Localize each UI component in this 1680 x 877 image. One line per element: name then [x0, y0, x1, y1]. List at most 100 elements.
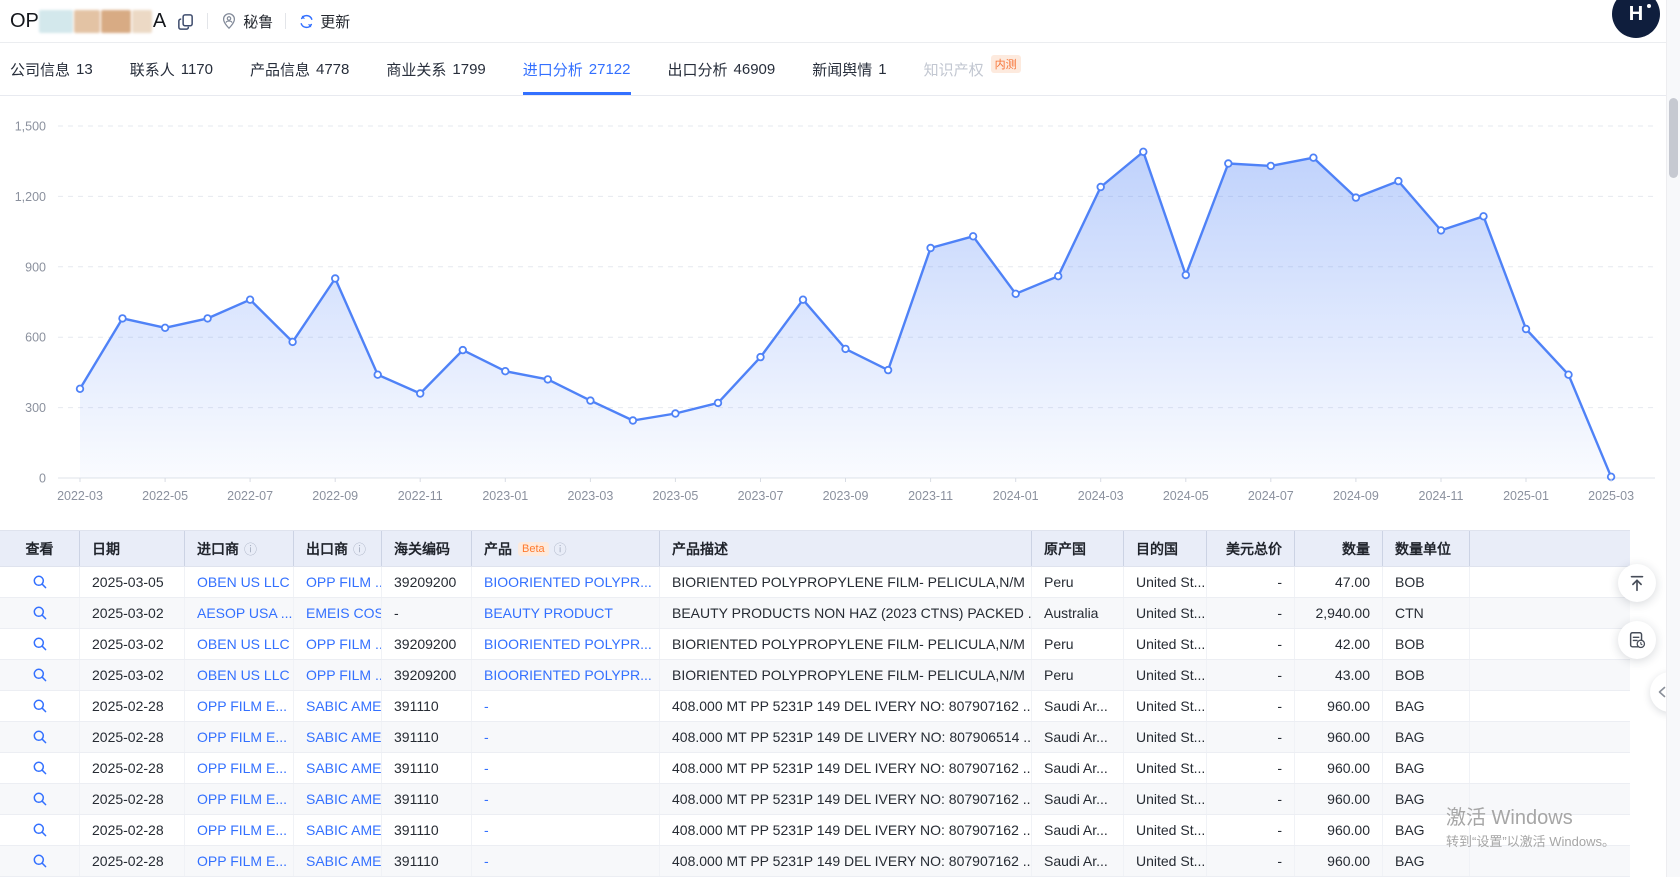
data-point[interactable]: [460, 347, 467, 354]
data-point[interactable]: [332, 275, 339, 282]
view-detail-button[interactable]: [32, 791, 48, 807]
view-detail-button[interactable]: [32, 574, 48, 590]
cell-exporter[interactable]: EMEIS COS...: [294, 598, 382, 628]
cell-product[interactable]: -: [472, 691, 660, 721]
table-row: 2025-03-02OBEN US LLCOPP FILM ...3920920…: [0, 629, 1630, 660]
cell-importer[interactable]: OPP FILM E...: [185, 753, 294, 783]
data-point[interactable]: [1012, 291, 1019, 298]
cell-usd_total: -: [1207, 784, 1295, 814]
cell-importer[interactable]: OPP FILM E...: [185, 784, 294, 814]
data-point[interactable]: [119, 315, 126, 322]
data-point[interactable]: [1097, 184, 1104, 191]
view-detail-button[interactable]: [32, 853, 48, 869]
cell-product[interactable]: -: [472, 722, 660, 752]
cell-product[interactable]: BEAUTY PRODUCT: [472, 598, 660, 628]
data-point[interactable]: [757, 354, 764, 361]
back-to-top-button[interactable]: [1618, 564, 1656, 602]
cell-exporter[interactable]: SABIC AME...: [294, 815, 382, 845]
view-detail-button[interactable]: [32, 636, 48, 652]
data-point[interactable]: [1523, 326, 1530, 333]
cell-destination: United St...: [1124, 691, 1207, 721]
cell-product[interactable]: BIOORIENTED POLYPR...: [472, 629, 660, 659]
data-point[interactable]: [1055, 273, 1062, 280]
tab-news[interactable]: 新闻舆情1: [812, 44, 886, 95]
data-point[interactable]: [842, 346, 849, 353]
data-point[interactable]: [1565, 371, 1572, 378]
cell-product[interactable]: -: [472, 753, 660, 783]
data-point[interactable]: [1438, 227, 1445, 234]
cell-product[interactable]: BIOORIENTED POLYPR...: [472, 660, 660, 690]
table-row: 2025-02-28OPP FILM E...SABIC AME...39111…: [0, 846, 1630, 877]
view-detail-button[interactable]: [32, 760, 48, 776]
cell-exporter[interactable]: SABIC AME...: [294, 784, 382, 814]
cell-importer[interactable]: OPP FILM E...: [185, 815, 294, 845]
scrollbar-thumb[interactable]: [1669, 98, 1678, 178]
copy-icon[interactable]: [176, 12, 195, 31]
info-icon[interactable]: ⓘ: [244, 539, 257, 558]
brand-logo[interactable]: H: [1612, 0, 1660, 38]
cell-exporter[interactable]: OPP FILM ...: [294, 629, 382, 659]
view-detail-button[interactable]: [32, 698, 48, 714]
tab-company-info[interactable]: 公司信息13: [10, 44, 93, 95]
cell-exporter[interactable]: SABIC AME...: [294, 846, 382, 876]
tab-intellectual-property[interactable]: 知识产权内测: [924, 44, 1021, 95]
view-detail-button[interactable]: [32, 605, 48, 621]
data-point[interactable]: [885, 367, 892, 374]
cell-exporter[interactable]: SABIC AME...: [294, 691, 382, 721]
data-point[interactable]: [1310, 154, 1317, 161]
data-point[interactable]: [417, 390, 424, 397]
cell-importer[interactable]: OBEN US LLC: [185, 660, 294, 690]
tab-contacts[interactable]: 联系人1170: [130, 44, 213, 95]
cell-product[interactable]: -: [472, 784, 660, 814]
cell-product[interactable]: -: [472, 815, 660, 845]
data-point[interactable]: [162, 325, 169, 332]
cell-exporter[interactable]: OPP FILM ...: [294, 567, 382, 597]
data-point[interactable]: [630, 417, 637, 424]
data-point[interactable]: [927, 245, 934, 252]
view-detail-button[interactable]: [32, 822, 48, 838]
data-point[interactable]: [289, 339, 296, 346]
data-point[interactable]: [800, 296, 807, 303]
data-point[interactable]: [1353, 194, 1360, 201]
data-point[interactable]: [545, 376, 552, 383]
cell-exporter[interactable]: OPP FILM ...: [294, 660, 382, 690]
data-point[interactable]: [1268, 163, 1275, 170]
data-point[interactable]: [502, 368, 509, 375]
cell-importer[interactable]: OPP FILM E...: [185, 846, 294, 876]
tab-product-info[interactable]: 产品信息4778: [250, 44, 349, 95]
data-point[interactable]: [247, 296, 254, 303]
cell-importer[interactable]: AESOP USA ...: [185, 598, 294, 628]
y-tick-label: 600: [25, 331, 46, 345]
report-button[interactable]: [1618, 621, 1656, 659]
scrollbar-track[interactable]: [1666, 0, 1680, 877]
view-detail-button[interactable]: [32, 667, 48, 683]
data-point[interactable]: [672, 410, 679, 417]
data-point[interactable]: [1225, 160, 1232, 167]
data-point[interactable]: [77, 386, 84, 393]
cell-importer[interactable]: OBEN US LLC: [185, 567, 294, 597]
data-point[interactable]: [587, 397, 594, 404]
info-icon[interactable]: ⓘ: [353, 539, 366, 558]
info-icon[interactable]: ⓘ: [554, 539, 567, 558]
data-point[interactable]: [1140, 149, 1147, 156]
cell-exporter[interactable]: SABIC AME...: [294, 753, 382, 783]
view-detail-button[interactable]: [32, 729, 48, 745]
cell-product[interactable]: BIOORIENTED POLYPR...: [472, 567, 660, 597]
cell-exporter[interactable]: SABIC AME...: [294, 722, 382, 752]
data-point[interactable]: [970, 233, 977, 240]
tab-import-analysis[interactable]: 进口分析27122: [523, 44, 631, 95]
cell-destination: United St...: [1124, 598, 1207, 628]
tab-business-relations[interactable]: 商业关系1799: [386, 44, 485, 95]
cell-product[interactable]: -: [472, 846, 660, 876]
data-point[interactable]: [204, 315, 211, 322]
update-button[interactable]: 更新: [298, 11, 350, 32]
data-point[interactable]: [1480, 213, 1487, 220]
data-point[interactable]: [1183, 272, 1190, 279]
tab-export-analysis[interactable]: 出口分析46909: [668, 44, 776, 95]
data-point[interactable]: [715, 400, 722, 407]
cell-importer[interactable]: OBEN US LLC: [185, 629, 294, 659]
cell-importer[interactable]: OPP FILM E...: [185, 691, 294, 721]
data-point[interactable]: [374, 371, 381, 378]
data-point[interactable]: [1395, 178, 1402, 185]
cell-importer[interactable]: OPP FILM E...: [185, 722, 294, 752]
